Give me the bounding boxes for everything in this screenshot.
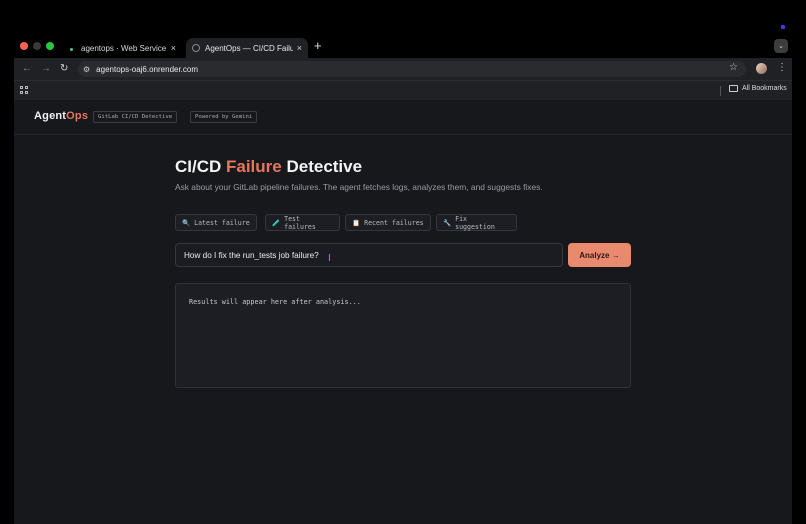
results-placeholder: Results will appear here after analysis.… [189, 298, 361, 306]
page-subtitle: Ask about your GitLab pipeline failures.… [175, 182, 543, 192]
wrench-icon: 🔧 [443, 218, 452, 227]
tab-close-icon[interactable]: × [297, 43, 302, 53]
tab-agentops[interactable]: AgentOps — CI/CD Failure De × [186, 38, 308, 58]
chip-label: Latest failure [194, 218, 250, 227]
minimize-window-button[interactable] [33, 42, 41, 50]
fix-suggestion-button[interactable]: 🔧 Fix suggestion [436, 214, 517, 231]
tab-render-service[interactable]: agentops · Web Service · R × [62, 38, 182, 58]
powered-by-badge: Powered by Gemini [190, 111, 258, 123]
title-accent: Failure [226, 157, 282, 176]
tab-close-icon[interactable]: × [171, 43, 176, 53]
test-failures-button[interactable]: 🧪 Test failures [265, 214, 340, 231]
analyze-button[interactable]: Analyze → [568, 243, 631, 267]
tab-title: AgentOps — CI/CD Failure De [205, 43, 293, 53]
gitlab-detective-badge: GitLab CI/CD Detective [93, 111, 178, 123]
tab-strip: agentops · Web Service · R × AgentOps — … [14, 36, 792, 58]
address-bar[interactable]: ⚙ agentops-oaj6.onrender.com [78, 61, 746, 77]
browser-toolbar: ← → ↻ ⚙ agentops-oaj6.onrender.com [14, 58, 792, 80]
apps-grid-icon[interactable] [20, 86, 28, 94]
folder-icon [729, 85, 738, 92]
logo-accent: Ops [66, 110, 89, 122]
maximize-window-button[interactable] [46, 42, 54, 50]
browser-window: agentops · Web Service · R × AgentOps — … [14, 36, 792, 524]
recent-failures-button[interactable]: 📋 Recent failures [345, 214, 431, 231]
text-cursor-icon: I [328, 253, 331, 264]
app-page: AgentOps GitLab CI/CD Detective Powered … [14, 100, 792, 524]
results-panel: Results will appear here after analysis.… [175, 283, 631, 388]
all-bookmarks-button[interactable]: All Bookmarks [729, 85, 787, 92]
clipboard-icon: 📋 [352, 218, 361, 227]
bookmarks-divider [720, 86, 721, 96]
all-bookmarks-label: All Bookmarks [742, 85, 787, 92]
bookmark-star-icon[interactable]: ☆ [729, 62, 738, 73]
reload-icon[interactable]: ↻ [60, 62, 68, 76]
tab-search-chevron-icon[interactable]: ⌄ [774, 39, 788, 53]
render-favicon-icon [68, 44, 76, 52]
tab-title: agentops · Web Service · R [81, 43, 167, 53]
new-tab-button[interactable]: + [314, 38, 322, 54]
app-logo[interactable]: AgentOps [34, 110, 88, 122]
browser-menu-icon[interactable]: ⋮ [777, 62, 787, 73]
logo-main: Agent [34, 110, 67, 122]
test-tube-icon: 🧪 [272, 218, 281, 227]
latest-failure-button[interactable]: 🔍 Latest failure [175, 214, 257, 231]
chip-label: Test failures [284, 214, 316, 231]
page-title: CI/CD Failure Detective [175, 157, 362, 177]
magnifier-icon: 🔍 [182, 218, 191, 227]
close-window-button[interactable] [20, 42, 28, 50]
chip-label: Fix suggestion [455, 214, 495, 231]
title-part1: CI/CD [175, 157, 226, 176]
site-info-icon[interactable]: ⚙ [83, 65, 90, 74]
bookmarks-bar: All Bookmarks [14, 80, 792, 100]
back-arrow-icon[interactable]: ← [22, 62, 32, 76]
globe-favicon-icon [192, 44, 200, 52]
desktop-indicator [781, 25, 785, 29]
title-part2: Detective [281, 157, 363, 176]
url-text: agentops-oaj6.onrender.com [96, 64, 199, 74]
profile-avatar-icon[interactable] [756, 63, 767, 74]
query-input[interactable] [175, 243, 563, 267]
forward-arrow-icon[interactable]: → [41, 62, 51, 76]
app-header: AgentOps GitLab CI/CD Detective Powered … [14, 100, 792, 135]
chip-label: Recent failures [364, 218, 424, 227]
